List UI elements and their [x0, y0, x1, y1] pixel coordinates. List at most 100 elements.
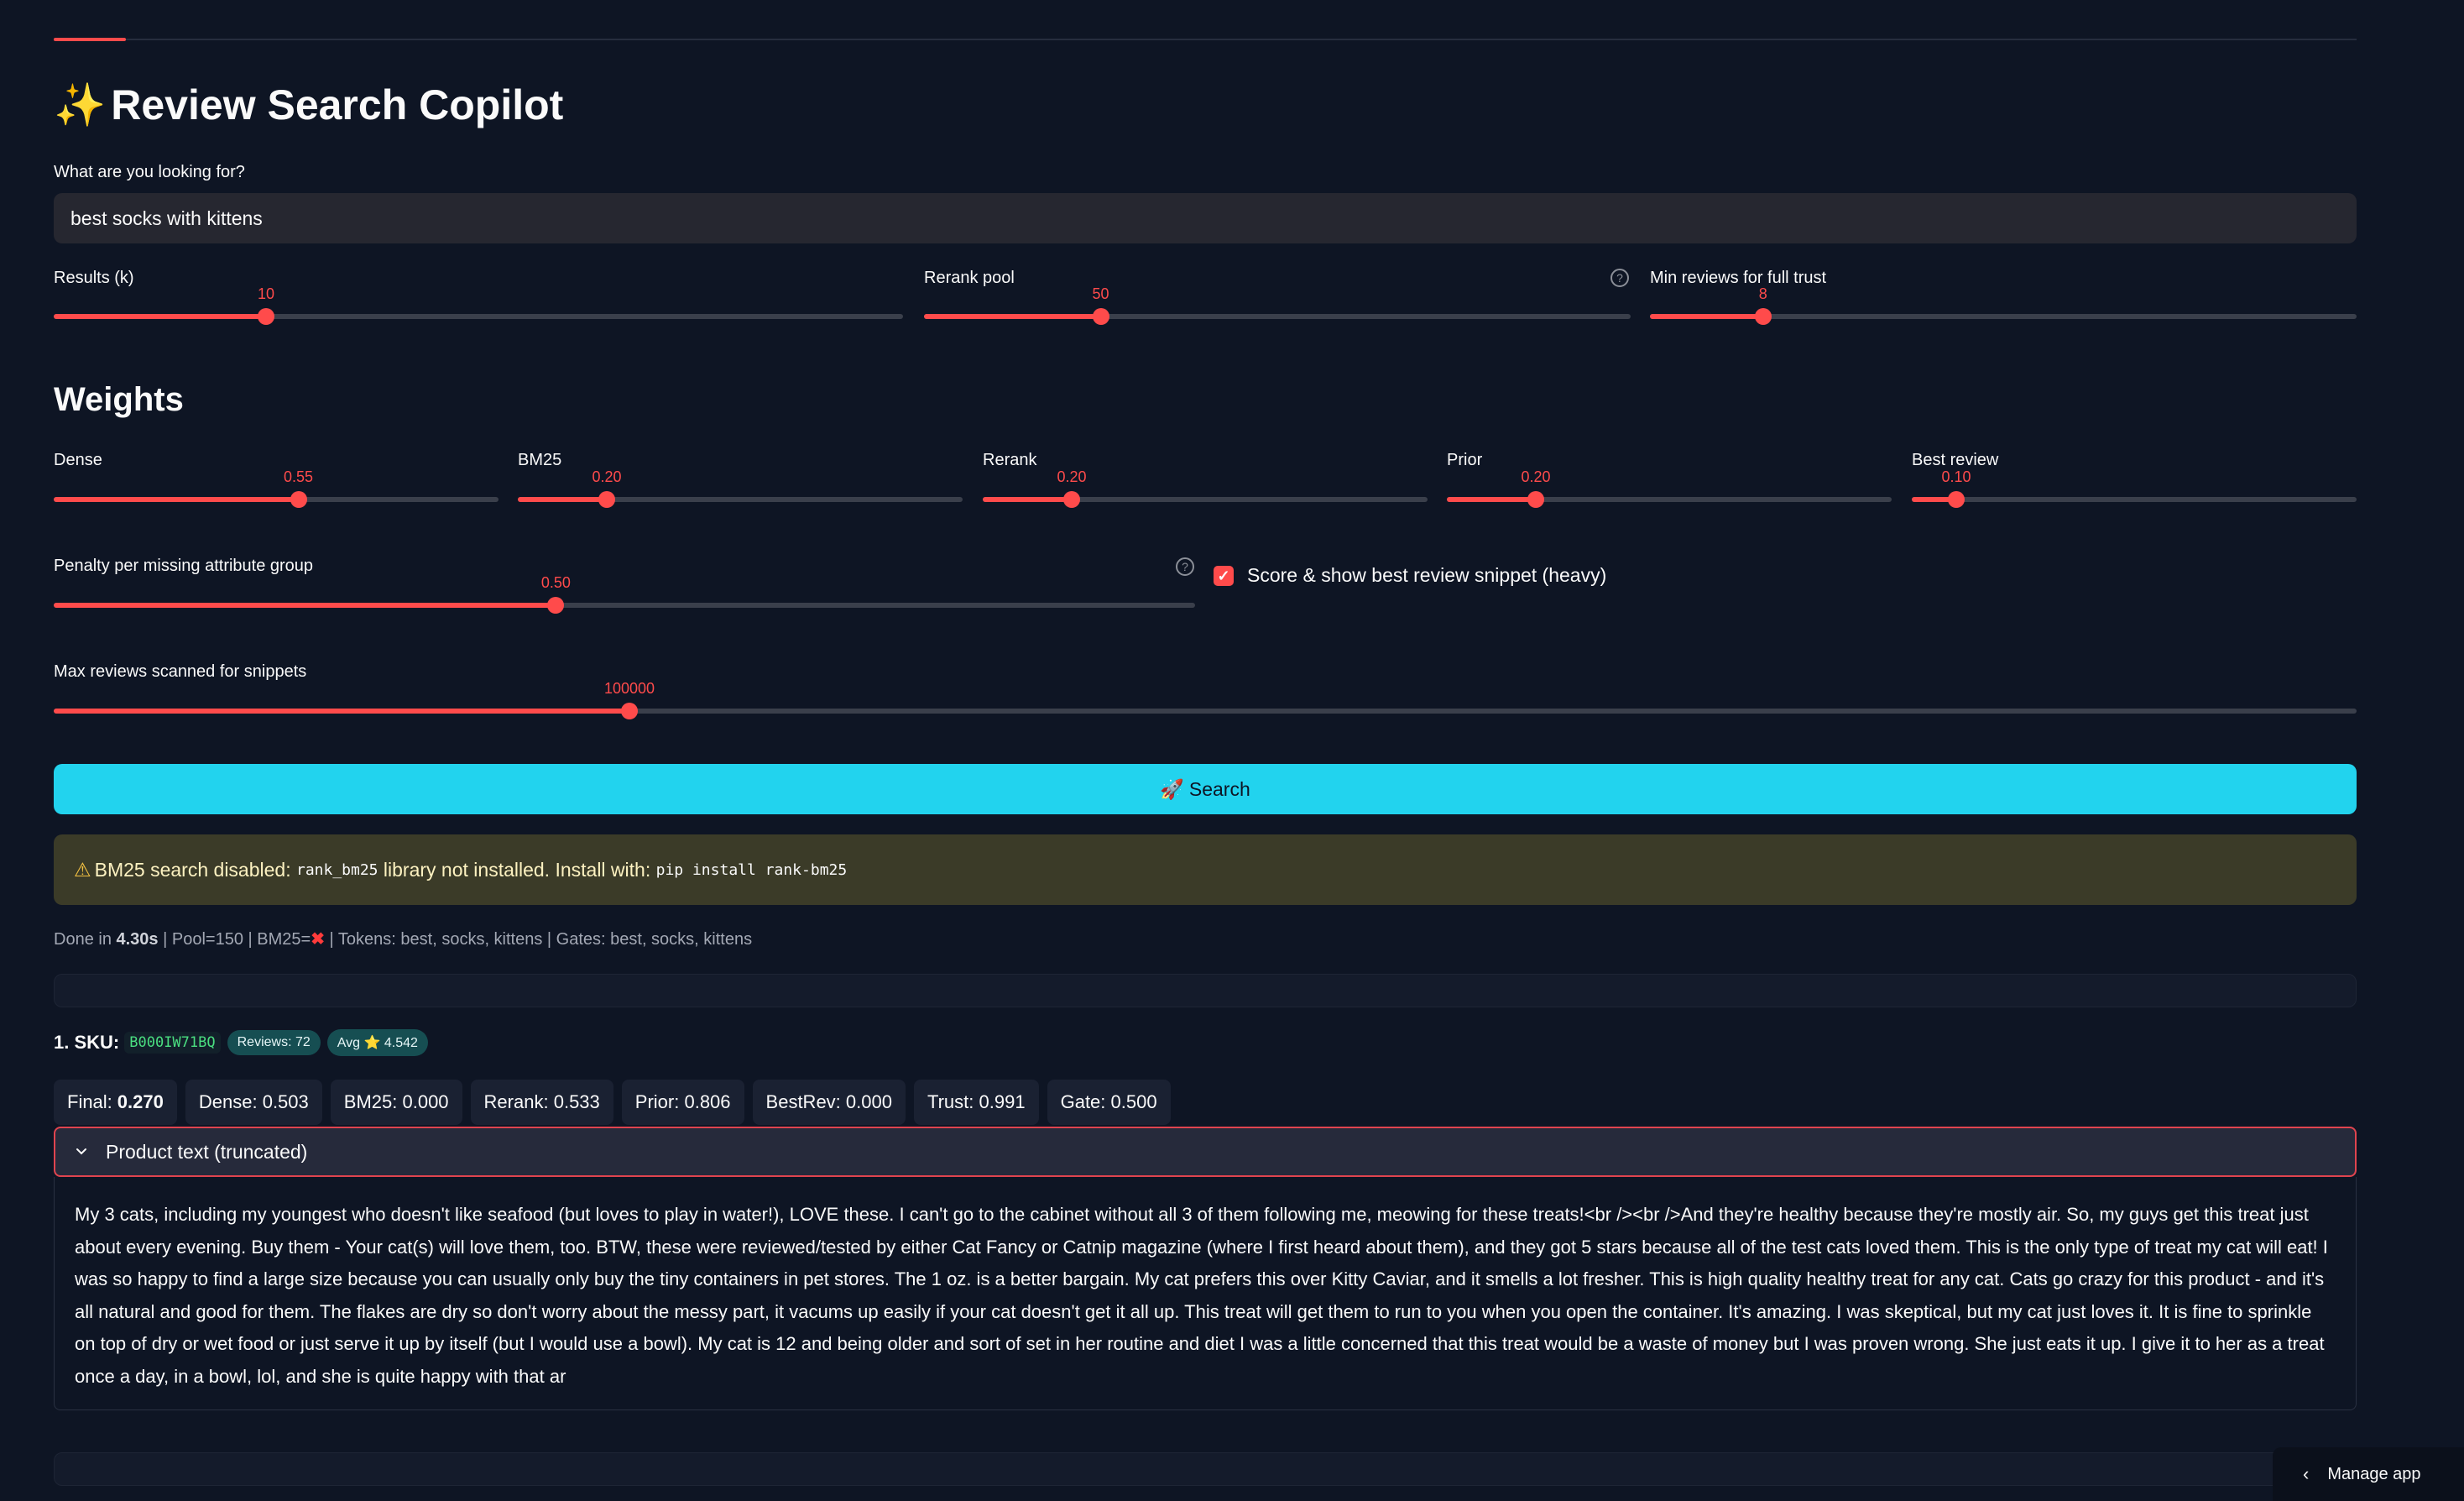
slider-thumb[interactable] — [598, 491, 615, 508]
help-icon[interactable]: ? — [1610, 269, 1629, 287]
slider-thumb[interactable] — [1527, 491, 1544, 508]
prior-weight-slider[interactable]: 0.20 — [1447, 468, 1892, 510]
slider-value: 0.20 — [1521, 468, 1551, 485]
page-title: ✨ Review Search Copilot — [54, 81, 563, 130]
bm25-weight-label: BM25 — [518, 451, 562, 469]
status-pool: | Pool=150 | BM25= — [163, 930, 311, 949]
chip-label: Prior: — [634, 1091, 680, 1112]
status-rest: | Tokens: best, socks, kittens | Gates: … — [329, 930, 753, 949]
slider-fill — [1650, 314, 1763, 319]
bm25-weight-slider[interactable]: 0.20 — [518, 468, 963, 510]
score-chip-bestrev: BestRev: 0.000 — [752, 1080, 906, 1125]
slider-fill — [54, 314, 266, 319]
snippet-toggle[interactable]: ✓ Score & show best review snippet (heav… — [1214, 564, 1606, 587]
max-reviews-slider[interactable]: 100000 — [54, 680, 2357, 722]
slider-value: 0.20 — [1057, 468, 1087, 485]
chevron-down-icon — [76, 1148, 86, 1155]
help-icon[interactable]: ? — [1176, 557, 1194, 576]
slider-fill — [54, 603, 556, 608]
cross-mark-icon: ✖ — [311, 930, 325, 949]
slider-value: 0.50 — [540, 574, 571, 591]
slider-thumb[interactable] — [1754, 308, 1772, 325]
checkbox-checked-icon[interactable]: ✓ — [1214, 565, 1234, 586]
search-status-line: Done in 4.30s | Pool=150 | BM25=✖ | Toke… — [54, 928, 752, 949]
score-chip-bm25: BM25: 0.000 — [330, 1080, 462, 1125]
slider-thumb[interactable] — [621, 703, 638, 719]
slider-fill — [518, 497, 607, 502]
result-rank-label: 1. SKU: — [54, 1032, 120, 1053]
warning-icon: ⚠ — [74, 858, 91, 881]
best-review-weight-slider[interactable]: 0.10 — [1912, 468, 2357, 510]
chip-label: BM25: — [343, 1091, 398, 1112]
slider-thumb[interactable] — [1063, 491, 1080, 508]
slider-thumb[interactable] — [547, 597, 565, 614]
chip-label: Rerank: — [483, 1091, 549, 1112]
slider-fill — [924, 314, 1101, 319]
slider-fill — [54, 497, 299, 502]
slider-thumb[interactable] — [290, 491, 307, 508]
slider-value: 0.55 — [283, 468, 314, 485]
product-text-body: My 3 cats, including my youngest who doe… — [54, 1177, 2357, 1410]
chip-value: 0.533 — [553, 1091, 600, 1112]
chip-label: Final: — [67, 1091, 112, 1112]
snippet-toggle-label: Score & show best review snippet (heavy) — [1247, 564, 1607, 586]
status-time: 4.30s — [116, 930, 159, 949]
slider-value: 10 — [257, 285, 275, 302]
next-result-bar — [54, 1452, 2357, 1486]
product-text-expander[interactable]: Product text (truncated) — [54, 1127, 2357, 1177]
max-reviews-label: Max reviews scanned for snippets — [54, 662, 307, 681]
manage-app-label: Manage app — [2327, 1464, 2421, 1483]
search-query-input[interactable]: best socks with kittens — [54, 193, 2357, 243]
warning-text-middle: library not installed. Install with: — [383, 858, 651, 881]
header-accent-bar — [54, 38, 126, 41]
bm25-warning-alert: ⚠ BM25 search disabled: rank_bm25 librar… — [54, 834, 2357, 905]
score-chip-trust: Trust: 0.991 — [913, 1080, 1039, 1125]
sku-code: B000IW71BQ — [124, 1032, 221, 1054]
score-chip-final: Final: 0.270 — [54, 1080, 177, 1125]
expander-title: Product text (truncated) — [106, 1140, 308, 1163]
chip-value: 0.500 — [1110, 1091, 1157, 1112]
prior-weight-label: Prior — [1447, 451, 1483, 469]
slider-value: 0.20 — [592, 468, 622, 485]
chip-label: BestRev: — [765, 1091, 841, 1112]
rerank-pool-label: Rerank pool — [924, 269, 1015, 287]
chevron-left-icon: ‹ — [2303, 1463, 2310, 1484]
score-chip-gate: Gate: 0.500 — [1047, 1080, 1171, 1125]
chip-value: 0.806 — [684, 1091, 731, 1112]
result-header: 1. SKU: B000IW71BQ Reviews: 72 Avg ⭐ 4.5… — [54, 1029, 428, 1056]
search-button[interactable]: 🚀 Search — [54, 764, 2357, 814]
slider-fill — [54, 709, 629, 714]
sparkles-icon: ✨ — [54, 81, 107, 128]
slider-thumb[interactable] — [1948, 491, 1965, 508]
slider-thumb[interactable] — [258, 308, 274, 325]
min-reviews-slider[interactable]: 8 — [1650, 285, 2357, 327]
search-query-value: best socks with kittens — [70, 207, 263, 229]
slider-value: 50 — [1092, 285, 1109, 302]
dense-weight-slider[interactable]: 0.55 — [54, 468, 499, 510]
chip-value: 0.000 — [845, 1091, 892, 1112]
status-prefix: Done in — [54, 930, 112, 949]
chip-value: 0.000 — [402, 1091, 449, 1112]
rerank-weight-label: Rerank — [983, 451, 1037, 469]
chip-value: 0.270 — [117, 1091, 164, 1112]
rerank-pool-slider[interactable]: 50 — [924, 285, 1631, 327]
score-chip-dense: Dense: 0.503 — [185, 1080, 322, 1125]
rerank-weight-slider[interactable]: 0.20 — [983, 468, 1428, 510]
dense-weight-label: Dense — [54, 451, 102, 469]
query-label: What are you looking for? — [54, 163, 245, 181]
score-chip-rerank: Rerank: 0.533 — [470, 1080, 613, 1125]
slider-fill — [1447, 497, 1536, 502]
results-k-slider[interactable]: 10 — [54, 285, 903, 327]
chip-value: 0.991 — [979, 1091, 1026, 1112]
warning-text: BM25 search disabled: — [94, 858, 291, 881]
slider-value: 0.10 — [1941, 468, 1971, 485]
best-review-weight-label: Best review — [1912, 451, 1999, 469]
product-text: My 3 cats, including my youngest who doe… — [75, 1204, 2328, 1387]
penalty-slider[interactable]: 0.50 — [54, 574, 1195, 616]
manage-app-button[interactable]: ‹ Manage app — [2273, 1447, 2464, 1501]
score-chips: Final: 0.270 Dense: 0.503 BM25: 0.000 Rer… — [54, 1080, 1179, 1125]
slider-thumb[interactable] — [1092, 308, 1109, 325]
slider-track — [1912, 497, 2357, 502]
min-reviews-label: Min reviews for full trust — [1650, 269, 1827, 287]
chip-label: Dense: — [198, 1091, 258, 1112]
